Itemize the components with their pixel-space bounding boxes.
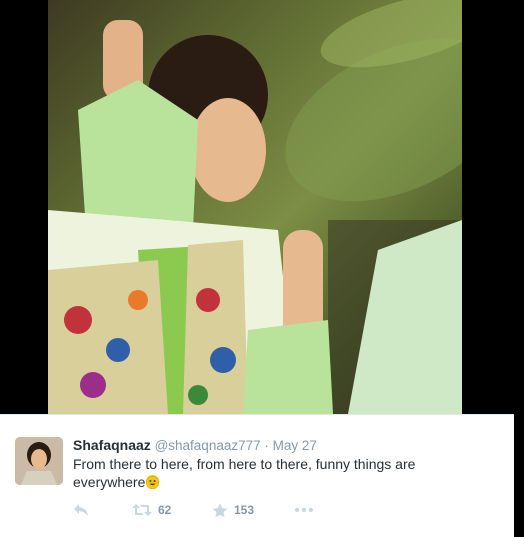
favorite-count: 153 [234,503,255,517]
user-handle[interactable]: @shafaqnaaz777 [155,438,261,453]
retweet-button[interactable]: 62 [132,503,212,517]
reply-icon [74,504,88,516]
frame-edge [514,0,524,536]
more-icon [294,507,314,513]
media-area [0,0,524,414]
display-name[interactable]: Shafaqnaaz [73,437,151,453]
smile-emoji [146,475,160,490]
tweet-text: From there to here, from here to there, … [73,455,453,491]
tweet-header: Shafaqnaaz @shafaqnaaz777 · May 27 [73,437,317,453]
tweet-date[interactable]: May 27 [273,438,317,453]
retweet-count: 62 [158,503,172,517]
header-separator: · [264,438,269,453]
tweet-text-content: From there to here, from here to there, … [73,456,416,490]
star-icon [212,503,228,517]
photo-illustration [48,0,462,414]
avatar-image [15,437,63,485]
tweet-card: Shafaqnaaz @shafaqnaaz777 · May 27 From … [0,414,514,537]
retweet-icon [132,504,152,516]
more-button[interactable] [294,507,314,513]
tweet-actions: 62 153 [73,501,314,519]
reply-button[interactable] [73,503,132,517]
tweet-photo[interactable] [48,0,462,414]
avatar[interactable] [15,437,63,485]
favorite-button[interactable]: 153 [212,503,294,518]
